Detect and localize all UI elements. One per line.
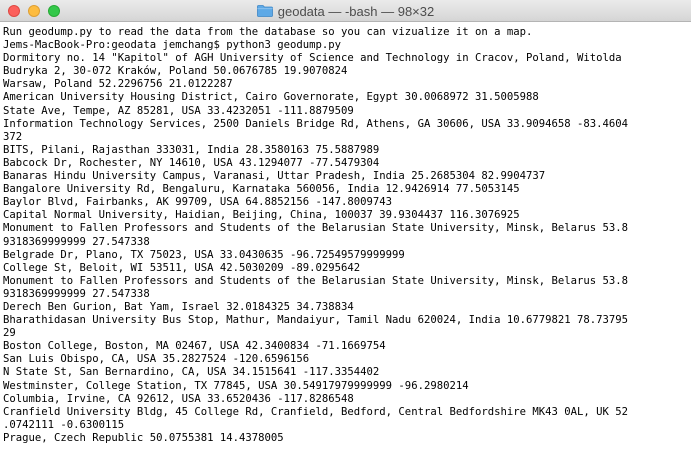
terminal-line: Information Technology Services, 2500 Da…: [3, 117, 629, 130]
terminal-line: Warsaw, Poland 52.2296756 21.0122287: [3, 78, 233, 91]
terminal-window: geodata — -bash — 98×32 Run geodump.py t…: [0, 0, 691, 476]
terminal-line: Capital Normal University, Haidian, Beij…: [3, 209, 520, 222]
terminal-line: Monument to Fallen Professors and Studen…: [3, 222, 629, 235]
title-bar[interactable]: geodata — -bash — 98×32: [0, 0, 691, 22]
terminal-line: Run geodump.py to read the data from the…: [3, 26, 533, 38]
terminal-line: American University Housing District, Ca…: [3, 91, 539, 104]
terminal-line: Boston College, Boston, MA 02467, USA 42…: [3, 340, 386, 353]
terminal-line: Jems-MacBook-Pro:geodata jemchang$ pytho…: [3, 39, 342, 52]
terminal-line: Dormitory no. 14 "Kapitol" of AGH Univer…: [3, 52, 622, 65]
terminal-line: Derech Ben Gurion, Bat Yam, Israel 32.01…: [3, 300, 354, 313]
terminal-line: 372: [3, 130, 23, 143]
terminal-line: 29: [3, 327, 16, 340]
folder-icon: [256, 5, 273, 17]
terminal-line: BITS, Pilani, Rajasthan 333031, India 28…: [3, 143, 380, 156]
terminal-line: 9318369999999 27.547338: [3, 287, 150, 300]
terminal-line: State Ave, Tempe, AZ 85281, USA 33.42320…: [3, 104, 354, 117]
terminal-line: Babcock Dr, Rochester, NY 14610, USA 43.…: [3, 156, 380, 169]
terminal-line: Westminster, College Station, TX 77845, …: [3, 379, 469, 392]
terminal-line: College St, Beloit, WI 53511, USA 42.503…: [3, 261, 361, 274]
terminal-line: Columbia, Irvine, CA 92612, USA 33.65204…: [3, 392, 354, 405]
window-title-container: geodata — -bash — 98×32: [0, 0, 691, 22]
terminal-line: Bharathidasan University Bus Stop, Mathu…: [3, 314, 629, 327]
terminal-output[interactable]: Run geodump.py to read the data from the…: [0, 22, 691, 476]
window-title: geodata — -bash — 98×32: [277, 3, 435, 19]
terminal-line: Bangalore University Rd, Bengaluru, Karn…: [3, 183, 520, 196]
terminal-line: Belgrade Dr, Plano, TX 75023, USA 33.043…: [3, 248, 405, 261]
terminal-line: N State St, San Bernardino, CA, USA 34.1…: [3, 366, 380, 379]
terminal-line: Budryka 2, 30-072 Kraków, Poland 50.0676…: [3, 65, 348, 78]
terminal-line: 9318369999999 27.547338: [3, 235, 150, 248]
terminal-line: Cranfield University Bldg, 45 College Rd…: [3, 405, 629, 418]
terminal-line: .0742111 -0.6300115: [3, 418, 125, 431]
terminal-line: Baylor Blvd, Fairbanks, AK 99709, USA 64…: [3, 196, 393, 209]
terminal-line: Monument to Fallen Professors and Studen…: [3, 274, 629, 287]
terminal-line: Prague, Czech Republic 50.0755381 14.437…: [3, 431, 284, 444]
terminal-line: Banaras Hindu University Campus, Varanas…: [3, 170, 546, 183]
terminal-line: San Luis Obispo, CA, USA 35.2827524 -120…: [3, 353, 310, 366]
